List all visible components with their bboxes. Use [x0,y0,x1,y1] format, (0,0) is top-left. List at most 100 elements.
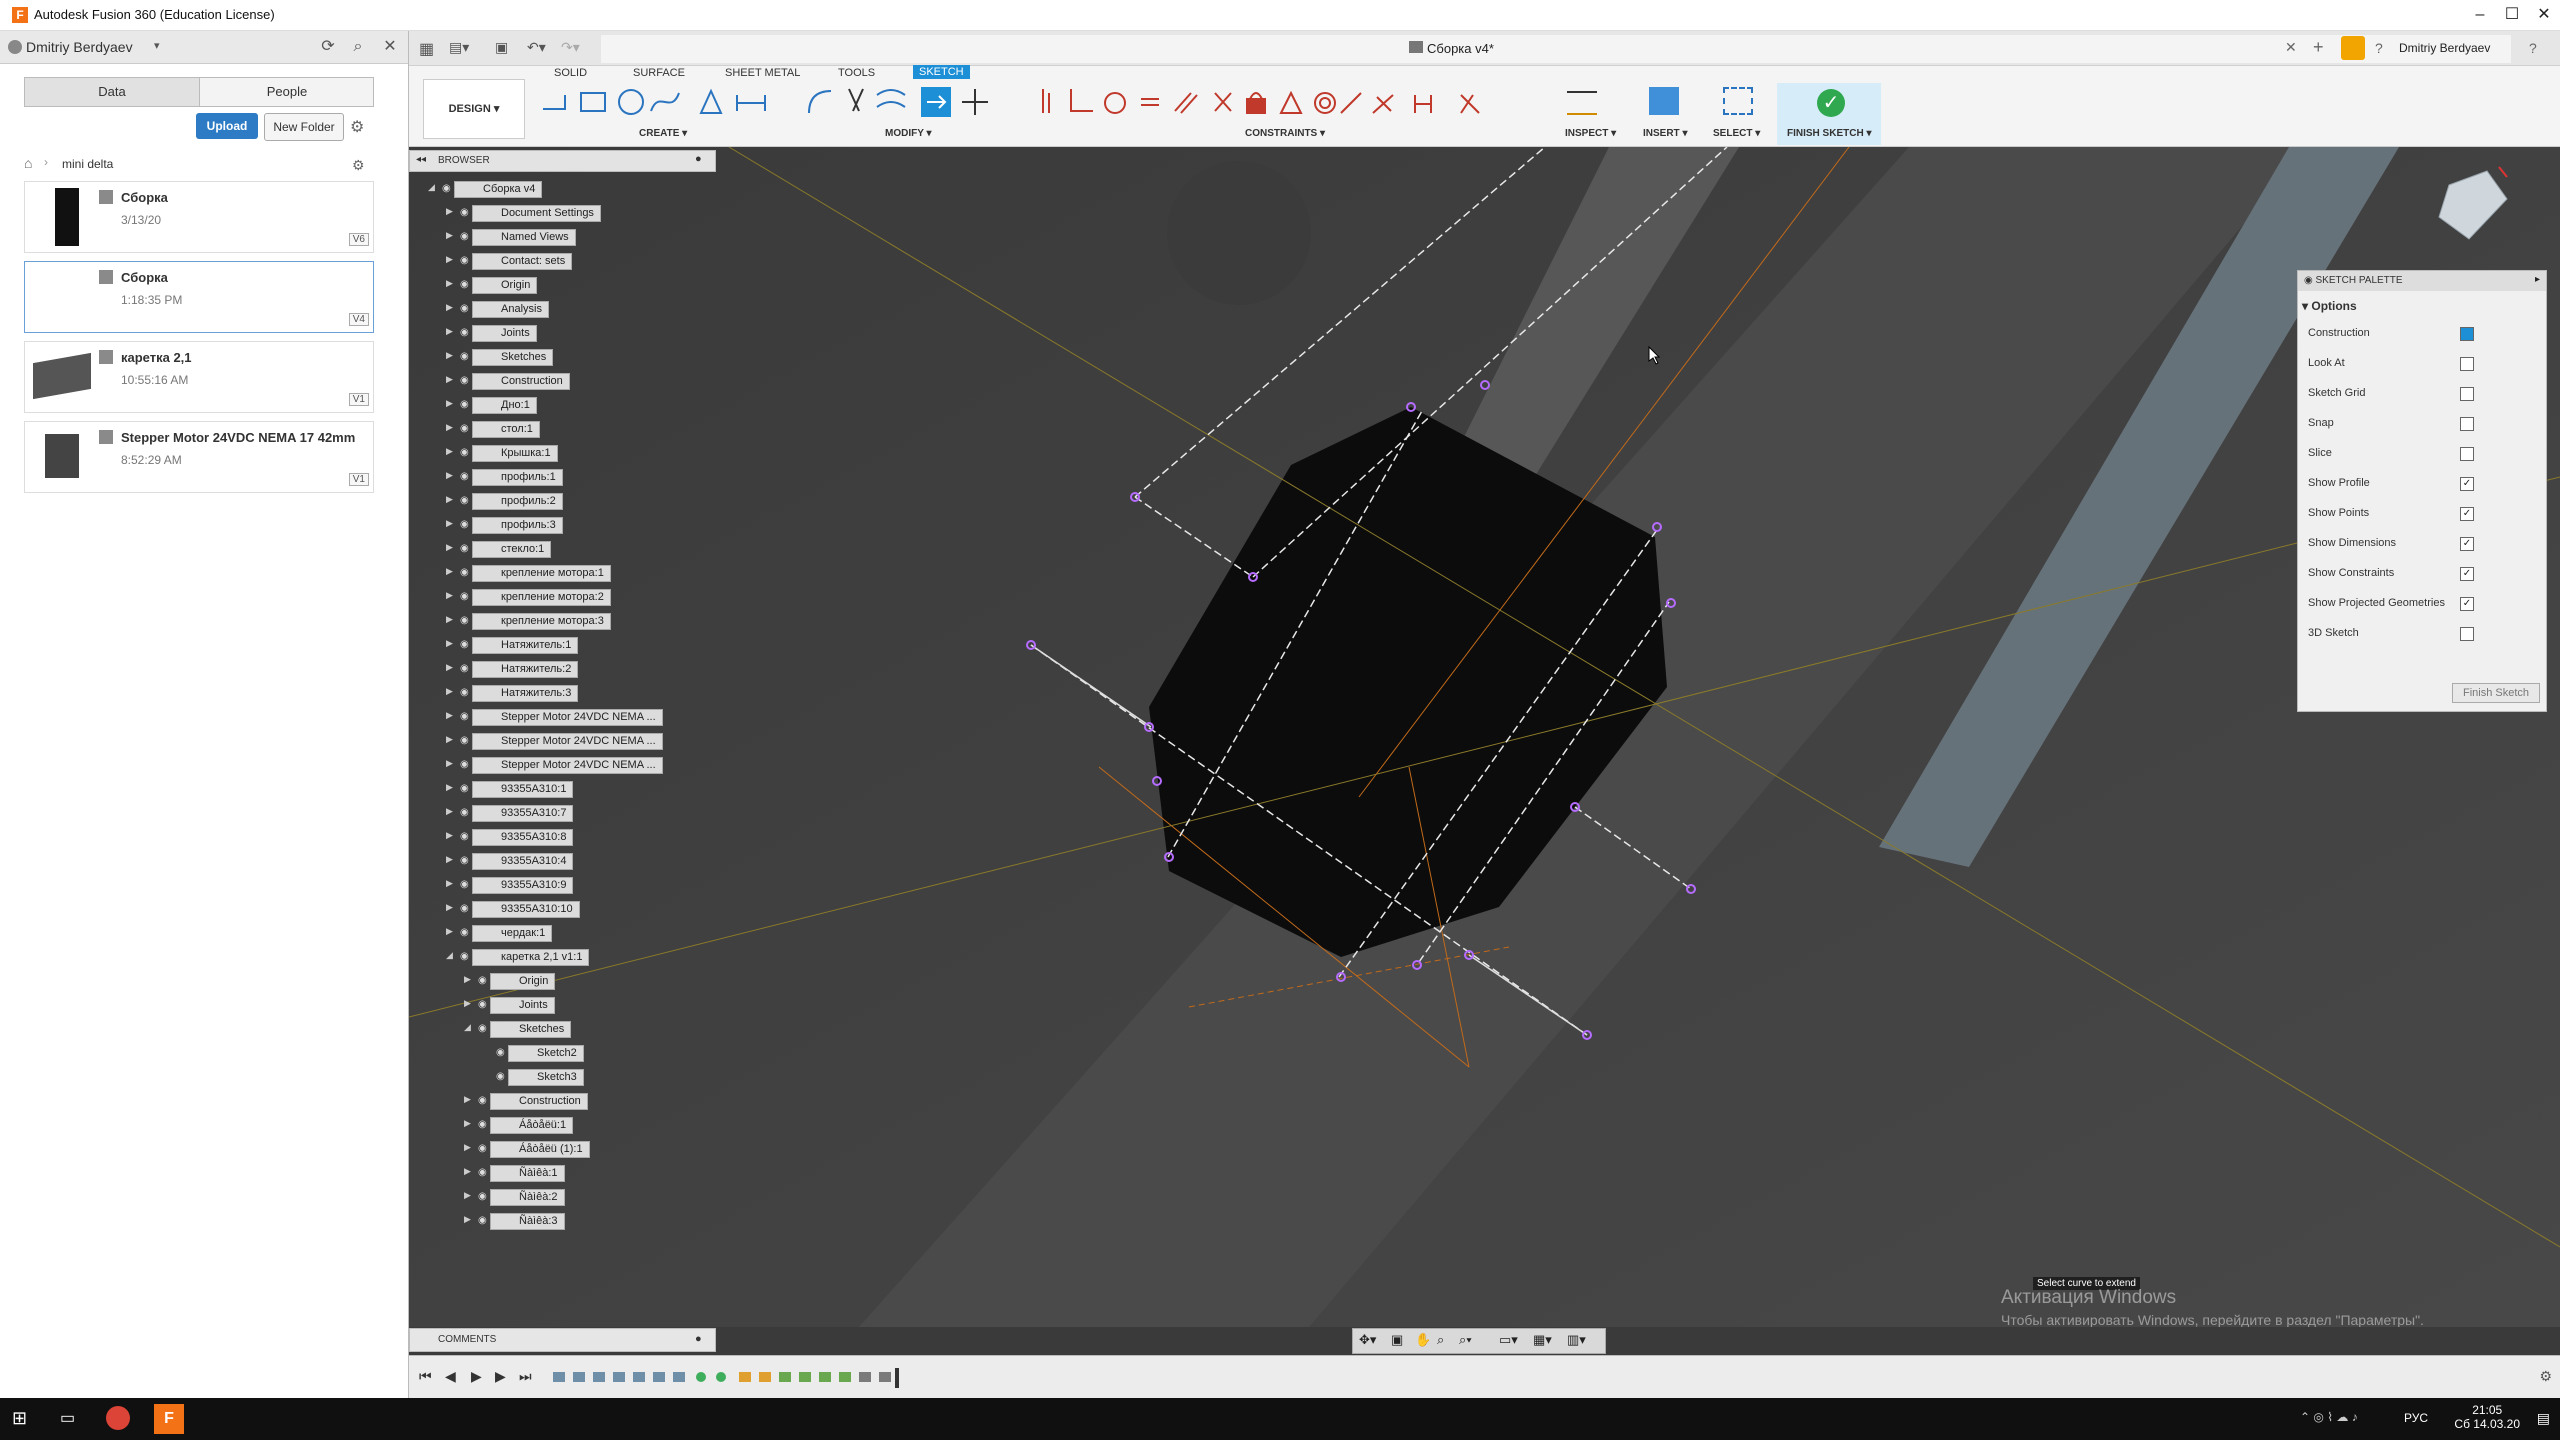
palette-checkbox[interactable]: ✓ [2460,477,2474,491]
visibility-eye-icon[interactable]: ◉ [460,855,472,867]
expand-arrow-icon[interactable]: ▶ [446,566,456,578]
expand-arrow-icon[interactable]: ▶ [446,422,456,434]
group-inspect[interactable]: INSPECT ▾ [1565,128,1616,139]
version-badge[interactable]: V4 [348,313,369,326]
language-indicator[interactable]: РУС [2404,1411,2428,1425]
extra-constraint-tools[interactable] [1369,91,1539,121]
chevron-down-icon[interactable]: ▾ [154,39,160,52]
checkmark-icon[interactable]: ✓ [1817,89,1845,117]
tab-tools[interactable]: TOOLS [838,67,875,79]
play-icon[interactable]: ▶ [471,1368,482,1385]
group-select[interactable]: SELECT ▾ [1713,128,1760,139]
workspace-switcher[interactable]: DESIGN ▾ [423,79,525,139]
go-to-start-icon[interactable]: ⏮ [419,1368,432,1385]
palette-checkbox[interactable] [2460,447,2474,461]
expand-arrow-icon[interactable]: ▶ [464,1190,474,1202]
expand-arrow-icon[interactable]: ▶ [446,470,456,482]
expand-arrow-icon[interactable]: ▶ [464,998,474,1010]
expand-arrow-icon[interactable]: ▶ [464,974,474,986]
select-window-icon[interactable] [1723,87,1753,115]
timeline-settings-icon[interactable]: ⚙ [2539,1368,2552,1385]
modify-tools[interactable] [805,83,1035,119]
minimize-button[interactable]: – [2466,4,2494,26]
expand-arrow-icon[interactable]: ▶ [446,662,456,674]
fit-icon[interactable]: ⌕▾ [1459,1332,1472,1348]
close-icon[interactable]: ✕ [380,37,400,57]
visibility-eye-icon[interactable]: ◉ [460,639,472,651]
visibility-eye-icon[interactable]: ◉ [478,1119,490,1131]
new-tab-icon[interactable]: + [2313,37,2324,58]
visibility-eye-icon[interactable]: ◉ [460,327,472,339]
save-icon[interactable]: ▣ [495,39,508,56]
expand-arrow-icon[interactable]: ▶ [446,518,456,530]
expand-arrow-icon[interactable]: ▶ [446,878,456,890]
comments-panel[interactable]: COMMENTS ● [409,1328,716,1352]
step-forward-icon[interactable]: ▶ [495,1368,506,1385]
tab-sheet-metal[interactable]: SHEET METAL [725,67,800,79]
visibility-eye-icon[interactable]: ◉ [460,375,472,387]
user-name[interactable]: Dmitriy Berdyaev [26,39,133,55]
redo-icon[interactable]: ↷▾ [561,39,580,56]
visibility-eye-icon[interactable]: ◉ [460,591,472,603]
display-settings-icon[interactable]: ▭▾ [1499,1332,1518,1348]
gear-icon[interactable]: ⚙ [350,117,364,137]
palette-checkbox[interactable]: ✓ [2460,507,2474,521]
upload-button[interactable]: Upload [196,113,258,139]
group-modify[interactable]: MODIFY ▾ [885,128,932,139]
visibility-eye-icon[interactable]: ◉ [460,711,472,723]
visibility-eye-icon[interactable]: ◉ [496,1047,508,1059]
visibility-eye-icon[interactable]: ◉ [478,1191,490,1203]
tab-sketch[interactable]: SKETCH [913,65,970,79]
construction-toggle[interactable] [2460,327,2474,341]
expand-arrow-icon[interactable]: ▶ [464,1142,474,1154]
document-tab[interactable] [601,35,2511,63]
visibility-eye-icon[interactable]: ◉ [460,207,472,219]
clock[interactable]: 21:05 Сб 14.03.20 [2454,1403,2520,1431]
help-icon[interactable]: ? [2375,40,2383,56]
expand-arrow-icon[interactable]: ▶ [446,734,456,746]
expand-arrow-icon[interactable]: ▶ [446,614,456,626]
visibility-eye-icon[interactable]: ◉ [460,399,472,411]
tab-data[interactable]: Data [25,78,199,106]
home-icon[interactable]: ⌂ [24,155,32,171]
expand-arrow-icon[interactable]: ▶ [446,542,456,554]
visibility-eye-icon[interactable]: ◉ [496,1071,508,1083]
expand-arrow-icon[interactable]: ▶ [446,758,456,770]
maximize-button[interactable]: ☐ [2498,4,2526,26]
version-badge[interactable]: V1 [348,473,369,486]
expand-arrow-icon[interactable]: ▶ [446,806,456,818]
visibility-eye-icon[interactable]: ◉ [460,351,472,363]
file-card[interactable]: Stepper Motor 24VDC NEMA 17 42mm 8:52:29… [24,421,374,493]
expand-arrow-icon[interactable]: ▶ [446,230,456,242]
expand-arrow-icon[interactable]: ◢ [446,950,456,962]
user-avatar[interactable] [8,40,22,54]
expand-arrow-icon[interactable]: ▶ [446,902,456,914]
constraint-tools[interactable] [1035,83,1375,119]
notifications-icon[interactable]: ▤ [2537,1410,2550,1427]
visibility-eye-icon[interactable]: ◉ [460,663,472,675]
visibility-eye-icon[interactable]: ◉ [460,783,472,795]
expand-arrow-icon[interactable]: ▶ [446,782,456,794]
refresh-icon[interactable]: ⟳ [318,37,338,57]
visibility-eye-icon[interactable]: ◉ [460,759,472,771]
expand-arrow-icon[interactable]: ▶ [446,206,456,218]
palette-checkbox[interactable] [2460,387,2474,401]
expand-arrow-icon[interactable]: ▶ [446,350,456,362]
visibility-eye-icon[interactable]: ◉ [460,735,472,747]
tab-close-icon[interactable]: ✕ [2285,39,2297,56]
expand-arrow-icon[interactable]: ▶ [446,710,456,722]
collapse-icon[interactable]: ◂◂ [416,154,426,165]
palette-header[interactable]: ◉ SKETCH PALETTE [2298,271,2546,291]
visibility-eye-icon[interactable]: ◉ [460,543,472,555]
insert-image-icon[interactable] [1649,87,1679,115]
expand-arrow-icon[interactable]: ▶ [446,278,456,290]
visibility-eye-icon[interactable]: ◉ [460,303,472,315]
search-icon[interactable]: ⌕ [348,37,368,57]
visibility-eye-icon[interactable]: ◉ [460,831,472,843]
team-settings-icon[interactable]: ⚙ [352,157,365,174]
expand-arrow-icon[interactable]: ◢ [428,182,438,194]
expand-arrow-icon[interactable]: ▶ [446,398,456,410]
timeline-features[interactable] [553,1368,923,1388]
visibility-eye-icon[interactable]: ◉ [478,1167,490,1179]
file-menu-icon[interactable]: ▤▾ [449,39,469,56]
